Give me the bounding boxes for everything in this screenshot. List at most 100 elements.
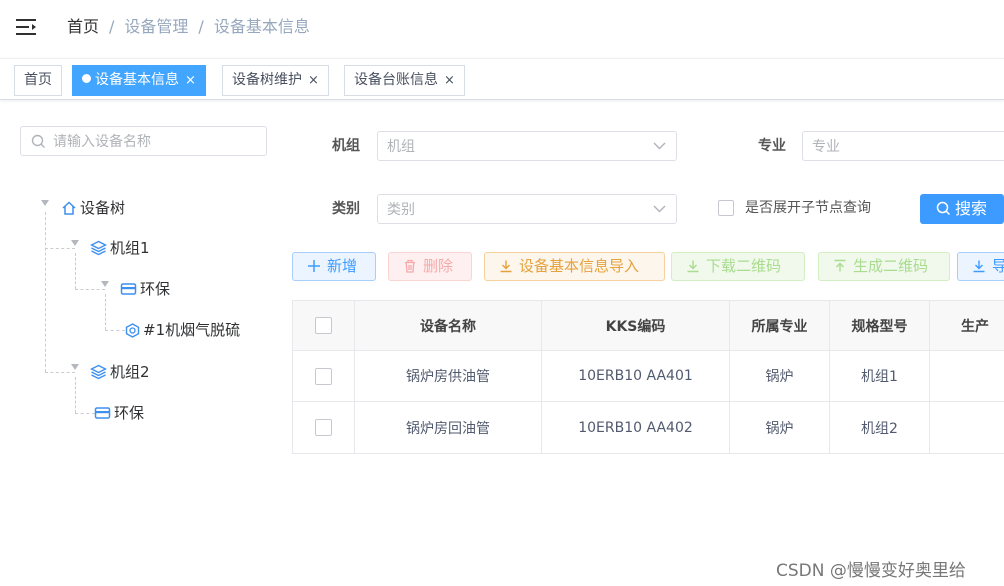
breadcrumb-separator: / <box>198 17 204 36</box>
export-button-label: 导 <box>992 257 1004 275</box>
upload-icon <box>834 259 846 272</box>
table-header-row: 设备名称 KKS编码 所属专业 规格型号 生产 <box>293 301 1004 351</box>
search-button[interactable]: 搜索 <box>920 194 1004 224</box>
unit-label: 机组 <box>332 138 360 154</box>
expand-caret-icon[interactable] <box>71 364 79 370</box>
tree-guide-line <box>75 377 76 413</box>
table-cell <box>930 351 1004 401</box>
close-icon[interactable]: × <box>444 73 455 88</box>
generate-qrcode-label: 生成二维码 <box>853 257 929 275</box>
tree-node-label: #1机烟气脱硫 <box>143 321 241 339</box>
tab-device-tree-maintenance[interactable]: 设备树维护 × <box>222 65 329 96</box>
table-cell: 10ERB10 AA401 <box>542 351 730 401</box>
table-cell: 机组2 <box>830 402 930 453</box>
add-button[interactable]: 新增 <box>292 252 376 281</box>
tab-device-ledger-info[interactable]: 设备台账信息 × <box>344 65 465 96</box>
tree-guide-line <box>45 248 75 249</box>
category-label: 类别 <box>332 201 360 217</box>
category-placeholder: 类别 <box>387 202 415 218</box>
tree-node-root[interactable]: 设备树 <box>61 198 125 218</box>
download-icon <box>687 260 699 273</box>
trash-icon <box>405 259 415 273</box>
row-checkbox[interactable] <box>315 367 332 385</box>
tree-node-label: 机组2 <box>110 363 150 381</box>
download-qrcode-label: 下载二维码 <box>706 257 782 275</box>
breadcrumb-separator: / <box>109 17 115 36</box>
download-icon <box>973 260 985 273</box>
tab-label: 设备树维护 <box>232 72 302 88</box>
delete-button-label: 删除 <box>423 257 454 275</box>
tree-guide-line <box>45 212 46 372</box>
major-select[interactable]: 专业 <box>802 131 1004 161</box>
tree-node-flue-gas-desulfurization[interactable]: #1机烟气脱硫 <box>125 320 240 340</box>
plus-icon <box>308 260 320 272</box>
breadcrumb-current: 设备基本信息 <box>213 17 310 36</box>
table-cell: 锅炉房供油管 <box>355 351 542 401</box>
tree-node-label: 环保 <box>114 404 145 422</box>
major-label: 专业 <box>758 138 786 154</box>
device-node-icon <box>125 323 140 338</box>
expand-caret-icon[interactable] <box>101 281 109 287</box>
category-select[interactable]: 类别 <box>377 194 677 224</box>
row-select-cell <box>293 402 355 453</box>
tree-search-input[interactable] <box>53 132 253 152</box>
column-header[interactable]: 规格型号 <box>830 301 930 350</box>
table-cell: 锅炉 <box>730 402 830 453</box>
export-button[interactable]: 导 <box>957 252 1004 281</box>
unit-select[interactable]: 机组 <box>377 131 677 161</box>
card-icon <box>94 407 111 419</box>
search-icon <box>936 201 951 216</box>
device-table: 设备名称 KKS编码 所属专业 规格型号 生产 锅炉房供油管 10ERB10 A… <box>292 300 1004 454</box>
download-qrcode-button[interactable]: 下载二维码 <box>671 252 805 281</box>
layers-icon <box>89 364 108 380</box>
unit-placeholder: 机组 <box>387 139 415 155</box>
expand-child-nodes-checkbox[interactable] <box>718 200 734 216</box>
hamburger-menu-icon[interactable] <box>16 17 38 37</box>
top-navbar: 首页 / 设备管理 / 设备基本信息 <box>0 0 1004 55</box>
select-all-cell <box>293 301 355 350</box>
import-button-label: 设备基本信息导入 <box>519 257 640 275</box>
column-header[interactable]: 设备名称 <box>355 301 542 350</box>
watermark: CSDN @慢慢变好奥里给 <box>776 561 966 581</box>
tree-search-field[interactable] <box>20 126 267 156</box>
tree-guide-line <box>75 289 105 290</box>
tree-guide-line <box>105 330 125 331</box>
generate-qrcode-button[interactable]: 生成二维码 <box>818 252 950 281</box>
tab-home[interactable]: 首页 <box>14 65 62 96</box>
home-icon <box>62 201 76 215</box>
active-dot-icon <box>82 74 91 83</box>
close-icon[interactable]: × <box>308 73 319 88</box>
add-button-label: 新增 <box>327 257 358 275</box>
table-row[interactable]: 锅炉房回油管 10ERB10 AA402 锅炉 机组2 <box>293 402 1004 453</box>
table-row[interactable]: 锅炉房供油管 10ERB10 AA401 锅炉 机组1 <box>293 351 1004 402</box>
expand-caret-icon[interactable] <box>41 200 49 206</box>
table-cell: 机组1 <box>830 351 930 401</box>
breadcrumb-home[interactable]: 首页 <box>67 17 99 36</box>
expand-child-nodes-label[interactable]: 是否展开子节点查询 <box>745 199 871 217</box>
column-header[interactable]: 生产 <box>930 301 1004 350</box>
tree-guide-line <box>45 372 75 373</box>
tab-label: 首页 <box>24 72 52 88</box>
import-device-info-button[interactable]: 设备基本信息导入 <box>484 252 665 281</box>
tab-label: 设备台账信息 <box>354 72 438 88</box>
tree-node-label: 设备树 <box>80 199 126 217</box>
close-icon[interactable]: × <box>185 73 196 88</box>
chevron-down-icon <box>653 142 666 150</box>
row-checkbox[interactable] <box>315 419 332 436</box>
select-all-checkbox[interactable] <box>315 317 332 334</box>
tab-label: 设备基本信息 <box>95 72 179 88</box>
tab-device-basic-info[interactable]: 设备基本信息 × <box>72 65 206 96</box>
row-select-cell <box>293 351 355 401</box>
column-header[interactable]: 所属专业 <box>730 301 830 350</box>
tree-guide-line <box>105 294 106 330</box>
breadcrumb: 首页 / 设备管理 / 设备基本信息 <box>67 16 310 38</box>
tree-node-environmental-1[interactable]: 环保 <box>120 279 170 299</box>
tree-node-unit-1[interactable]: 机组1 <box>89 238 150 258</box>
delete-button[interactable]: 删除 <box>388 252 472 281</box>
tree-node-label: 环保 <box>140 280 171 298</box>
column-header[interactable]: KKS编码 <box>542 301 730 350</box>
expand-caret-icon[interactable] <box>71 240 79 246</box>
tree-node-unit-2[interactable]: 机组2 <box>89 362 150 382</box>
chevron-down-icon <box>653 205 666 213</box>
tree-node-environmental-2[interactable]: 环保 <box>94 403 144 423</box>
